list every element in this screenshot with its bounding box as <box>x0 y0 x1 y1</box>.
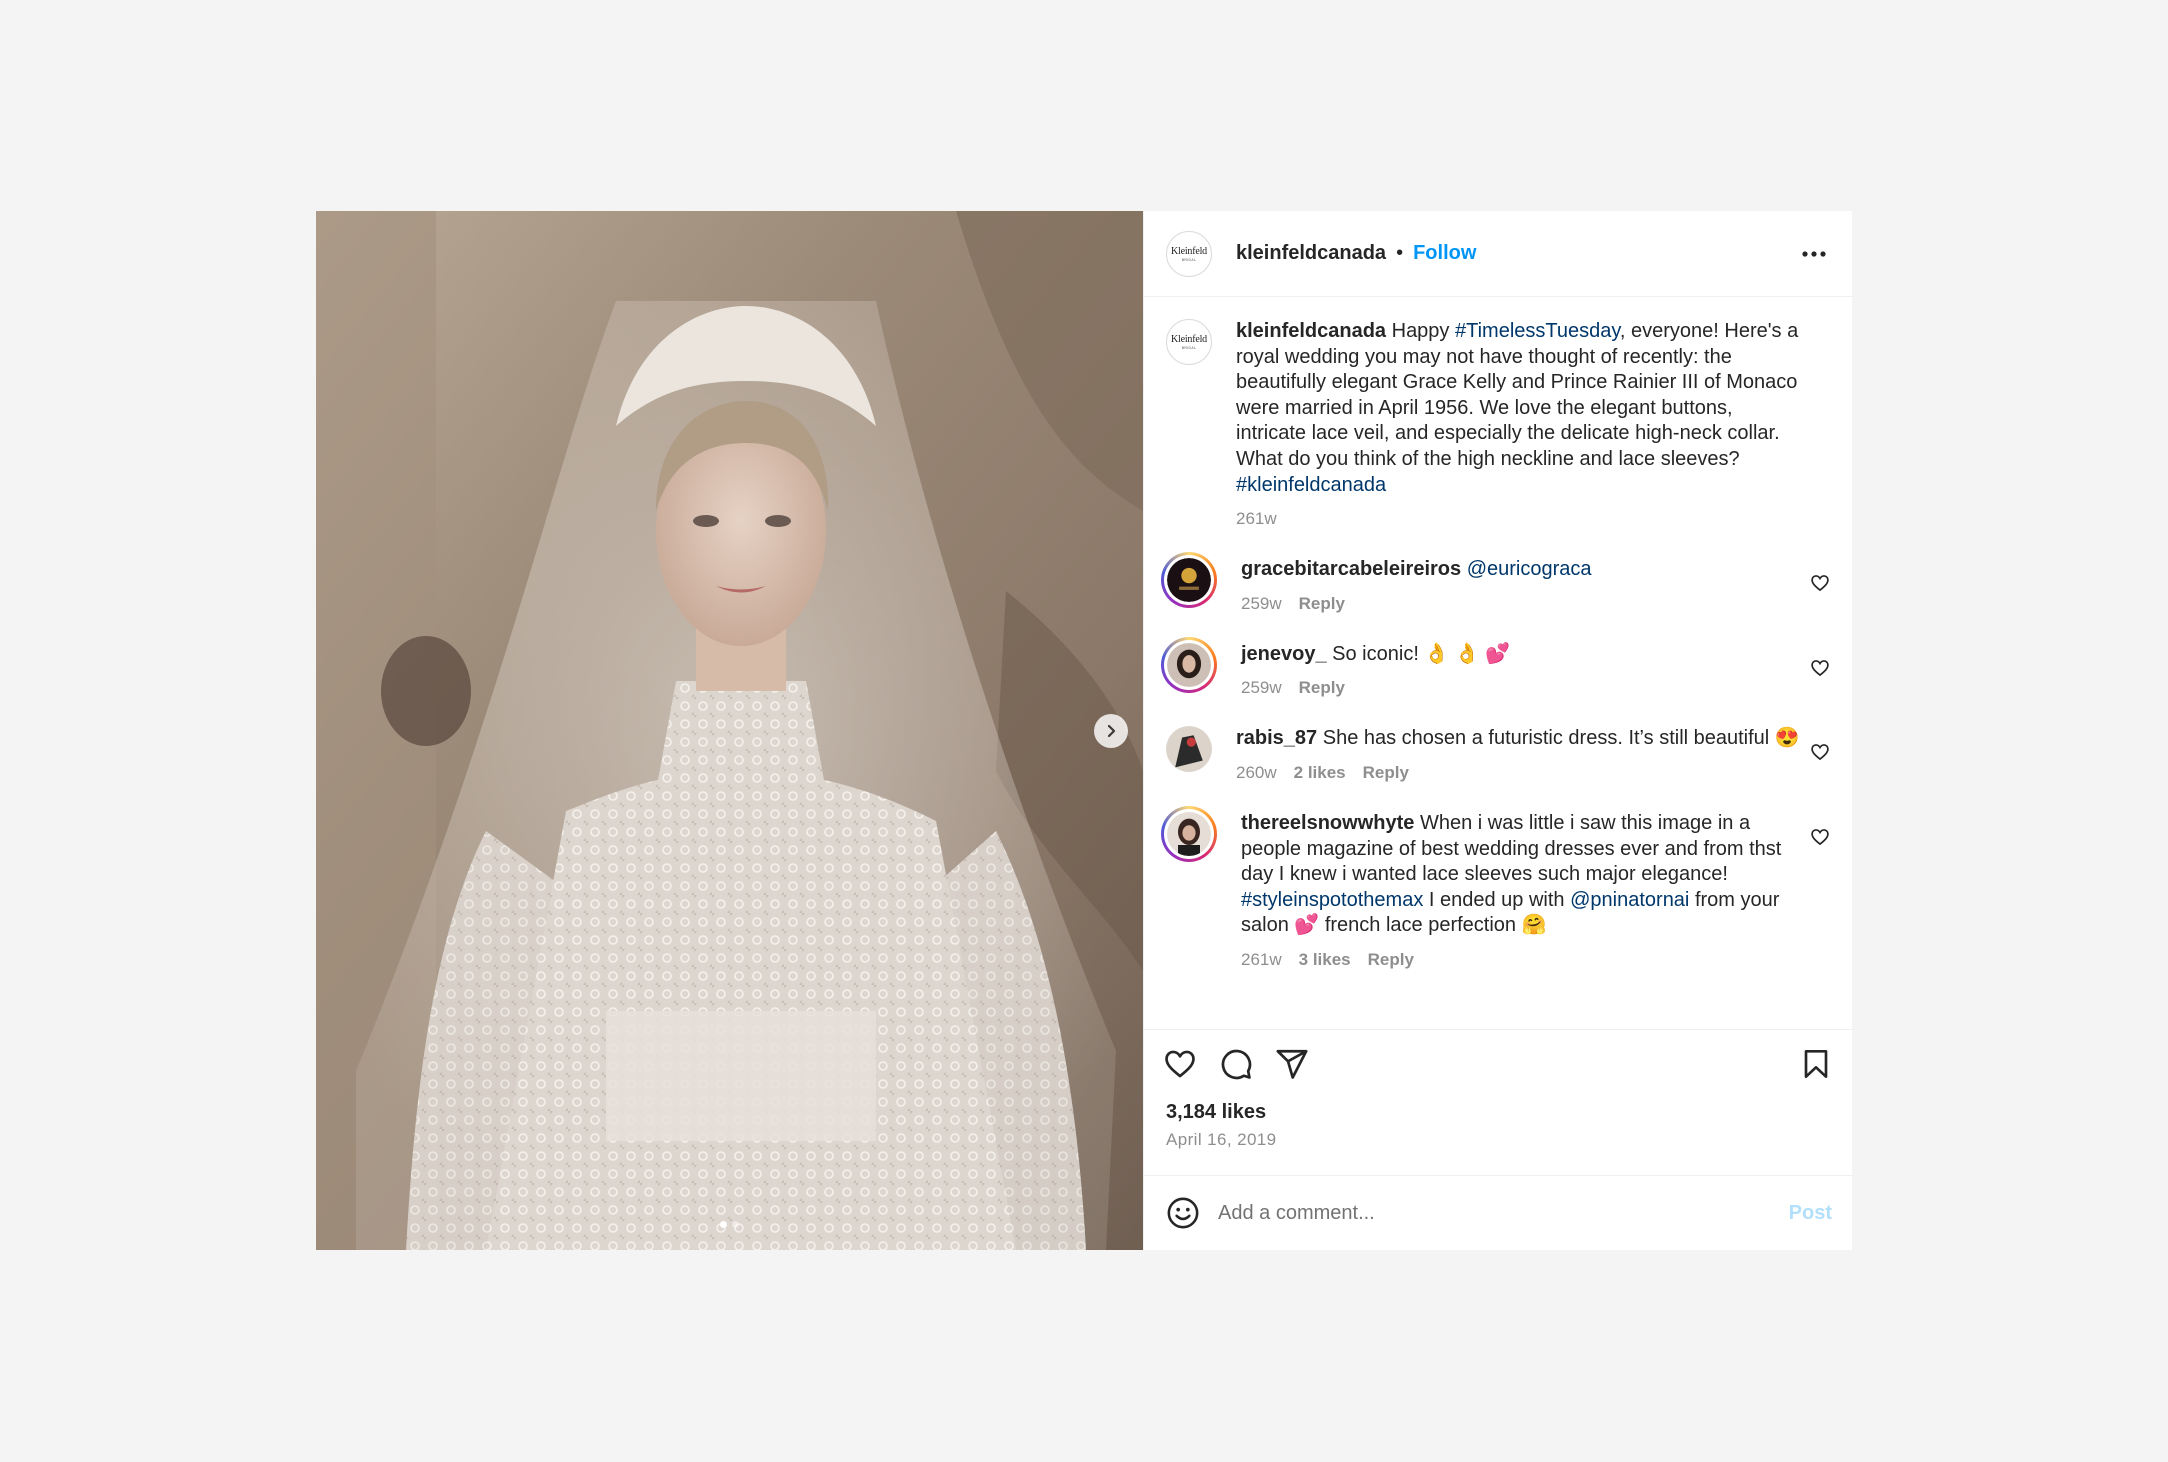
comment-username[interactable]: rabis_87 <box>1236 727 1317 749</box>
mention-link[interactable]: @euricograca <box>1467 558 1592 580</box>
post-date[interactable]: April 16, 2019 <box>1166 1130 1830 1150</box>
timestamp[interactable]: 259w <box>1241 678 1282 698</box>
post-photo <box>316 211 1143 1250</box>
avatar-logo-text: Kleinfeld <box>1171 245 1207 257</box>
like-count[interactable]: 3,184 likes <box>1166 1101 1830 1124</box>
like-button[interactable] <box>1160 1044 1200 1084</box>
comment-body: jenevoy_ So iconic! 👌 👌 💕 259w Reply <box>1241 642 1832 699</box>
caption-body: kleinfeldcanada Happy #TimelessTuesday, … <box>1236 319 1832 529</box>
like-comment-icon[interactable] <box>1810 827 1830 847</box>
comment-meta: 261w 3 likes Reply <box>1241 950 1800 970</box>
emoji-icon <box>1167 1197 1199 1229</box>
caption-avatar[interactable]: Kleinfeld BRIDAL <box>1166 319 1212 365</box>
reply-button[interactable]: Reply <box>1299 678 1345 698</box>
comment-item: rabis_87 She has chosen a futuristic dre… <box>1166 726 1832 783</box>
comment-username[interactable]: gracebitarcabeleireiros <box>1241 558 1461 580</box>
slide-dot-1 <box>720 1221 727 1228</box>
post-actions: 3,184 likes April 16, 2019 <box>1144 1029 1852 1175</box>
author-avatar[interactable]: Kleinfeld BRIDAL <box>1166 230 1212 277</box>
save-button[interactable] <box>1796 1044 1836 1084</box>
comment-item: gracebitarcabeleireiros @euricograca 259… <box>1161 552 1832 614</box>
share-icon <box>1276 1049 1308 1079</box>
comment-username[interactable]: thereelsnowwhyte <box>1241 812 1414 834</box>
share-button[interactable] <box>1272 1044 1312 1084</box>
timestamp[interactable]: 259w <box>1241 594 1282 614</box>
comment-body: rabis_87 She has chosen a futuristic dre… <box>1236 726 1832 783</box>
post-header: Kleinfeld BRIDAL kleinfeldcanada • Follo… <box>1144 211 1852 297</box>
comment-item: thereelsnowwhyte When i was little i saw… <box>1161 805 1832 970</box>
avatar-logo-text: Kleinfeld <box>1171 334 1207 345</box>
slide-indicator <box>316 1221 1143 1228</box>
avatar-logo-sub: BRIDAL <box>1181 257 1197 262</box>
comment-icon <box>1221 1049 1252 1080</box>
header-separator: • <box>1396 242 1404 264</box>
comment-body: gracebitarcabeleireiros @euricograca 259… <box>1241 557 1832 614</box>
caption-text-part: , everyone! Here's a royal wedding you m… <box>1236 320 1799 470</box>
comment-button[interactable] <box>1216 1044 1256 1084</box>
comment-text: thereelsnowwhyte When i was little i saw… <box>1241 811 1800 939</box>
comment-text-part: She has chosen a futuristic dress. It’s … <box>1317 727 1800 750</box>
comment-meta: 259w Reply <box>1241 678 1800 698</box>
hashtag-link[interactable]: #styleinspotothemax <box>1241 889 1423 911</box>
timestamp[interactable]: 261w <box>1241 950 1282 970</box>
post-side-panel: Kleinfeld BRIDAL kleinfeldcanada • Follo… <box>1143 211 1852 1250</box>
caption-username[interactable]: kleinfeldcanada <box>1236 320 1386 342</box>
mention-link[interactable]: @pninatornai <box>1570 889 1689 911</box>
timestamp[interactable]: 261w <box>1236 509 1277 529</box>
more-horizontal-icon <box>1802 250 1826 257</box>
post-comment-button[interactable]: Post <box>1789 1202 1832 1225</box>
slide-dot-2 <box>732 1221 739 1228</box>
comment-text: rabis_87 She has chosen a futuristic dre… <box>1236 726 1800 752</box>
next-slide-button[interactable] <box>1094 714 1128 748</box>
comment-likes[interactable]: 3 likes <box>1299 950 1351 970</box>
comment-text: jenevoy_ So iconic! 👌 👌 💕 <box>1241 642 1800 668</box>
follow-button[interactable]: Follow <box>1413 242 1476 265</box>
avatar-image <box>1167 642 1211 687</box>
hashtag-link[interactable]: #TimelessTuesday <box>1455 320 1620 342</box>
more-options-button[interactable] <box>1798 238 1830 270</box>
like-comment-icon[interactable] <box>1810 742 1830 762</box>
comment-likes[interactable]: 2 likes <box>1294 763 1346 783</box>
caption-meta: 261w <box>1236 509 1800 529</box>
comment-avatar[interactable] <box>1161 636 1217 693</box>
comment-body: thereelsnowwhyte When i was little i saw… <box>1241 811 1832 970</box>
author-username[interactable]: kleinfeldcanada <box>1236 242 1386 265</box>
hashtag-link[interactable]: #kleinfeldcanada <box>1236 474 1386 496</box>
comments-list[interactable]: Kleinfeld BRIDAL kleinfeldcanada Happy #… <box>1144 297 1852 1029</box>
like-comment-icon[interactable] <box>1810 658 1830 678</box>
bookmark-icon <box>1804 1050 1828 1078</box>
caption: Kleinfeld BRIDAL kleinfeldcanada Happy #… <box>1166 319 1832 529</box>
timestamp[interactable]: 260w <box>1236 763 1277 783</box>
reply-button[interactable]: Reply <box>1299 594 1345 614</box>
post-media[interactable] <box>316 211 1143 1250</box>
add-comment-bar: Post <box>1144 1175 1852 1250</box>
avatar-image <box>1167 558 1211 603</box>
post-dialog: Kleinfeld BRIDAL kleinfeldcanada • Follo… <box>316 211 1852 1250</box>
caption-text: kleinfeldcanada Happy #TimelessTuesday, … <box>1236 319 1800 498</box>
comment-meta: 260w 2 likes Reply <box>1236 763 1800 783</box>
heart-icon <box>1165 1050 1195 1078</box>
comment-avatar[interactable] <box>1166 726 1212 773</box>
comment-avatar[interactable] <box>1161 552 1217 609</box>
comment-avatar[interactable] <box>1161 805 1217 862</box>
comment-meta: 259w Reply <box>1241 594 1800 614</box>
chevron-right-icon <box>1107 724 1116 738</box>
comment-text-part: So iconic! 👌 👌 💕 <box>1326 642 1511 665</box>
comment-text-part: I ended up with <box>1423 888 1571 911</box>
avatar-image <box>1167 811 1211 856</box>
reply-button[interactable]: Reply <box>1363 763 1409 783</box>
emoji-button[interactable] <box>1164 1194 1202 1232</box>
avatar-logo-sub: BRIDAL <box>1181 346 1197 350</box>
comment-username[interactable]: jenevoy_ <box>1241 643 1327 665</box>
comment-item: jenevoy_ So iconic! 👌 👌 💕 259w Reply <box>1161 636 1832 699</box>
caption-text-part: Happy <box>1386 320 1455 342</box>
reply-button[interactable]: Reply <box>1368 950 1414 970</box>
comment-input[interactable] <box>1218 1201 1789 1225</box>
like-comment-icon[interactable] <box>1810 573 1830 593</box>
comment-text: gracebitarcabeleireiros @euricograca <box>1241 557 1800 583</box>
action-icons <box>1165 1042 1830 1086</box>
